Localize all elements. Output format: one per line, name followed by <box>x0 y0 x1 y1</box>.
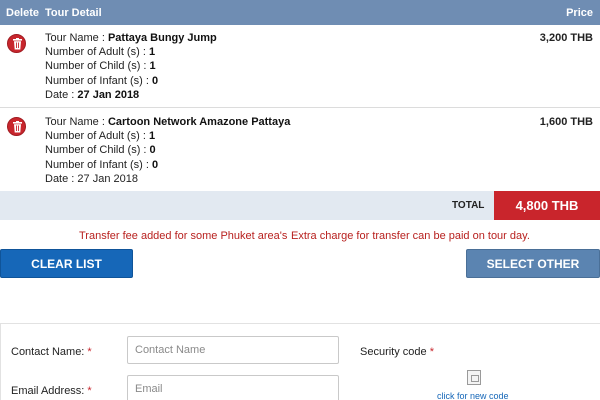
infant-count-label: Number of Infant (s) : <box>45 158 152 171</box>
tour-name-label: Tour Name : <box>45 116 108 128</box>
security-code-label-text: Security code <box>360 346 430 358</box>
price-column-header: Price <box>566 7 593 19</box>
tour-date-line: Date : 27 Jan 2018 <box>45 172 290 186</box>
tour-details: Tour Name : Pattaya Bungy Jump Number of… <box>45 31 217 102</box>
total-amount: 4,800 THB <box>494 191 600 220</box>
tour-name-line: Tour Name : Cartoon Network Amazone Patt… <box>45 115 290 129</box>
tour-date-label: Date : <box>45 172 78 185</box>
tour-date-line: Date : 27 Jan 2018 <box>45 88 217 102</box>
contact-name-input[interactable] <box>127 336 339 364</box>
cart-table-header: Delete Tour Detail Price <box>0 0 600 25</box>
delete-tour-button[interactable] <box>7 34 26 53</box>
security-code-label: Security code * <box>360 346 434 358</box>
tour-price: 1,600 THB <box>539 116 593 128</box>
child-count-line: Number of Child (s) : 0 <box>45 143 290 157</box>
transfer-fee-note: Transfer fee added for some Phuket area'… <box>79 230 288 242</box>
tour-name-line: Tour Name : Pattaya Bungy Jump <box>45 31 217 45</box>
email-label: Email Address: * <box>11 385 92 397</box>
email-label-text: Email Address: <box>11 385 88 397</box>
tour-price: 3,200 THB <box>539 32 593 44</box>
contact-name-label: Contact Name: * <box>11 346 92 358</box>
new-code-link[interactable]: click for new code <box>437 391 509 400</box>
tour-name: Cartoon Network Amazone Pattaya <box>107 116 291 128</box>
delete-tour-button[interactable] <box>7 117 26 136</box>
email-input[interactable] <box>127 375 339 400</box>
adult-count: 1 <box>148 46 156 59</box>
adult-count-label: Number of Adult (s) : <box>45 130 149 143</box>
trash-icon <box>13 121 22 133</box>
total-bar: TOTAL 4,800 THB <box>0 191 600 220</box>
clear-list-button[interactable]: CLEAR LIST <box>0 249 133 278</box>
tour-row: Tour Name : Cartoon Network Amazone Patt… <box>0 109 600 191</box>
tour-date: 27 Jan 2018 <box>77 88 140 101</box>
infant-count-label: Number of Infant (s) : <box>45 74 152 87</box>
tour-details: Tour Name : Cartoon Network Amazone Patt… <box>45 115 290 186</box>
delete-column-header: Delete <box>6 7 40 19</box>
infant-count: 0 <box>151 74 159 87</box>
adult-count-line: Number of Adult (s) : 1 <box>45 45 217 59</box>
adult-count-line: Number of Adult (s) : 1 <box>45 129 290 143</box>
contact-name-label-text: Contact Name: <box>11 346 88 358</box>
trash-icon <box>13 38 22 50</box>
tour-date-label: Date : <box>45 88 78 101</box>
infant-count-line: Number of Infant (s) : 0 <box>45 74 217 88</box>
extra-charge-note: Extra charge for transfer can be paid on… <box>291 230 530 242</box>
infant-count-line: Number of Infant (s) : 0 <box>45 158 290 172</box>
required-mark: * <box>87 385 92 397</box>
child-count-label: Number of Child (s) : <box>45 144 150 157</box>
tour-row: Tour Name : Pattaya Bungy Jump Number of… <box>0 25 600 108</box>
child-count-label: Number of Child (s) : <box>45 60 150 73</box>
child-count: 0 <box>149 144 156 157</box>
captcha-image <box>467 370 481 385</box>
required-mark: * <box>429 346 434 358</box>
tour-name-label: Tour Name : <box>45 32 108 44</box>
select-other-tours-button[interactable]: SELECT OTHER TOURS <box>466 249 600 300</box>
tour-detail-column-header: Tour Detail <box>45 7 102 19</box>
child-count-line: Number of Child (s) : 1 <box>45 59 217 73</box>
child-count: 1 <box>149 60 156 73</box>
total-label: TOTAL <box>452 200 485 211</box>
tour-date: 27 Jan 2018 <box>77 172 138 185</box>
infant-count: 0 <box>151 158 159 171</box>
adult-count: 1 <box>148 130 156 143</box>
tour-name: Pattaya Bungy Jump <box>107 32 217 44</box>
adult-count-label: Number of Adult (s) : <box>45 46 149 59</box>
required-mark: * <box>87 346 92 358</box>
